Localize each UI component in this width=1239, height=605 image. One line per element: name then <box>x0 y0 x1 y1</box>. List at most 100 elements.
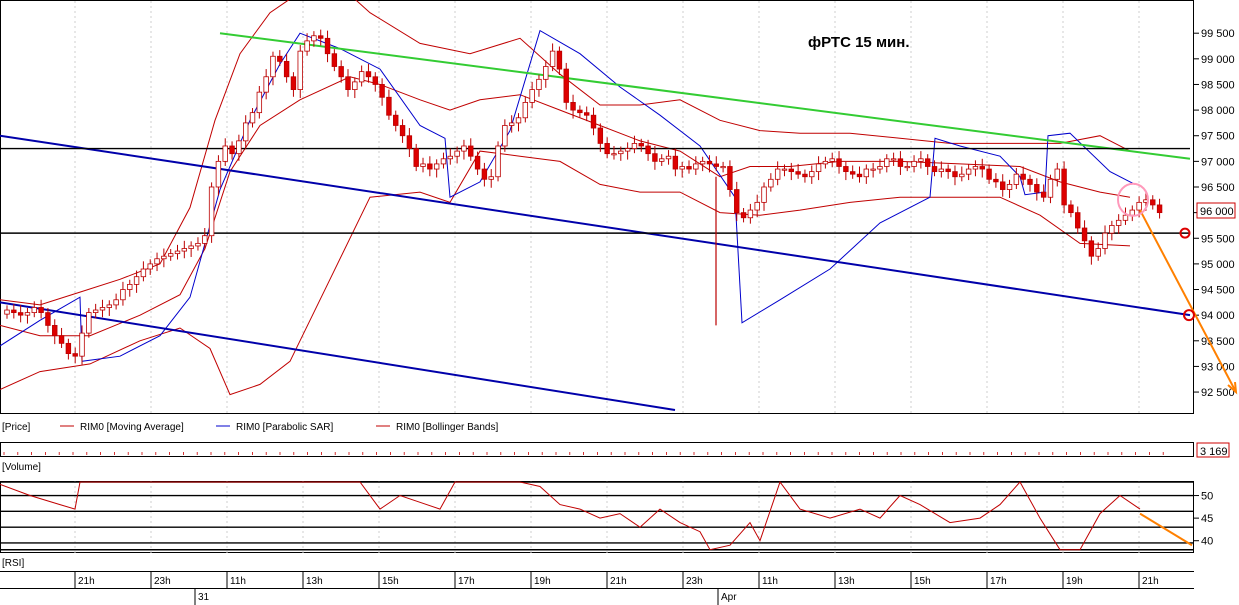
candle-body <box>195 242 201 247</box>
candle-body <box>699 160 706 165</box>
candle-body <box>570 102 576 111</box>
candle-body <box>1122 214 1129 221</box>
candle-body <box>474 155 481 170</box>
candle-body <box>304 40 310 52</box>
candle-body <box>495 145 501 178</box>
candle-body <box>72 353 78 357</box>
candle-body <box>113 299 119 306</box>
candle-body <box>1068 204 1074 214</box>
price-tick-label: 98 000 <box>1201 105 1235 117</box>
candle-body <box>1102 232 1108 249</box>
candle-body <box>79 332 85 357</box>
candle-body <box>256 91 263 114</box>
candle-body <box>249 112 256 124</box>
candle-body <box>1075 212 1081 229</box>
candle-body <box>986 168 992 180</box>
candle-body <box>133 276 140 285</box>
candle-body <box>52 325 58 337</box>
candle-body <box>843 166 849 173</box>
rsi-tick-label: 45 <box>1201 513 1213 525</box>
candle-body <box>959 173 965 178</box>
time-label: 15h <box>382 576 399 587</box>
last-price-label: 96 000 <box>1200 206 1234 218</box>
price-tick-label: 94 000 <box>1201 310 1235 322</box>
candle-body <box>427 163 433 170</box>
time-label: 19h <box>534 576 551 587</box>
legend-parabolic-sar: RIM0 [Parabolic SAR] <box>236 422 333 433</box>
candle-body <box>311 35 317 42</box>
time-label: 17h <box>990 576 1007 587</box>
candle-body <box>1027 178 1033 185</box>
candle-body <box>515 117 522 124</box>
candle-body <box>413 148 419 167</box>
price-tick-label: 98 500 <box>1201 79 1235 91</box>
time-label: 21h <box>1142 576 1159 587</box>
candle-body <box>645 145 651 155</box>
candle-body <box>747 209 754 219</box>
candle-body <box>904 166 910 169</box>
candle-body <box>1150 199 1156 206</box>
candle-body <box>890 158 897 161</box>
candle-body <box>993 178 999 183</box>
price-tick-label: 99 000 <box>1201 54 1235 66</box>
candle-body <box>318 35 324 39</box>
candle-body <box>781 168 788 171</box>
candle-body <box>754 201 760 211</box>
candle-body <box>938 168 945 173</box>
volume-value: 3 169 <box>1200 446 1228 458</box>
candle-body <box>590 114 597 129</box>
candle-body <box>1081 227 1088 242</box>
rsi-label: [RSI] <box>2 558 24 569</box>
candle-body <box>734 189 740 214</box>
price-tick-label: 94 500 <box>1201 285 1235 297</box>
candle-body <box>706 160 713 165</box>
candle-body <box>386 96 392 116</box>
candle-body <box>508 122 515 126</box>
candle-body <box>577 109 583 114</box>
candle-body <box>263 76 269 93</box>
price-tick-label: 93 000 <box>1201 361 1235 373</box>
candle-body <box>822 160 829 165</box>
candle-body <box>324 37 331 55</box>
candle-body <box>965 168 972 175</box>
time-label: 13h <box>838 576 855 587</box>
candle-body <box>17 312 24 316</box>
candle-body <box>379 84 385 98</box>
rsi-tick-label: 50 <box>1201 491 1213 503</box>
legend-price: [Price] <box>2 422 31 433</box>
price-tick-label: 99 500 <box>1201 28 1235 40</box>
candle-body <box>604 143 610 155</box>
candle-body <box>863 168 870 178</box>
candle-body <box>972 166 979 170</box>
candle-body <box>856 173 863 178</box>
candle-body <box>549 50 556 67</box>
candle-body <box>92 309 99 313</box>
candle-body <box>1054 168 1060 180</box>
price-tick-label: 92 500 <box>1201 387 1235 399</box>
candle-body <box>665 155 672 160</box>
candle-body <box>1040 191 1047 198</box>
candle-body <box>283 60 290 78</box>
time-label: 19h <box>1066 576 1083 587</box>
candle-body <box>802 173 808 178</box>
candle-body <box>140 268 147 278</box>
candle-body <box>440 158 447 165</box>
candle-body <box>659 158 665 162</box>
candle-body <box>202 235 208 244</box>
candle-body <box>652 153 658 162</box>
candle-body <box>502 125 508 147</box>
candle-body <box>1000 181 1006 190</box>
candle-body <box>713 163 719 167</box>
candle-body <box>461 145 467 152</box>
candle-body <box>447 155 453 160</box>
candle-body <box>58 335 65 344</box>
candle-body <box>638 143 644 147</box>
candle-body <box>911 160 917 167</box>
candle-body <box>236 140 242 155</box>
candle-body <box>338 66 344 78</box>
price-tick-label: 97 500 <box>1201 131 1235 143</box>
time-label: 13h <box>306 576 323 587</box>
candle-body <box>331 53 338 67</box>
time-label: 23h <box>686 576 703 587</box>
candle-body <box>631 143 638 149</box>
